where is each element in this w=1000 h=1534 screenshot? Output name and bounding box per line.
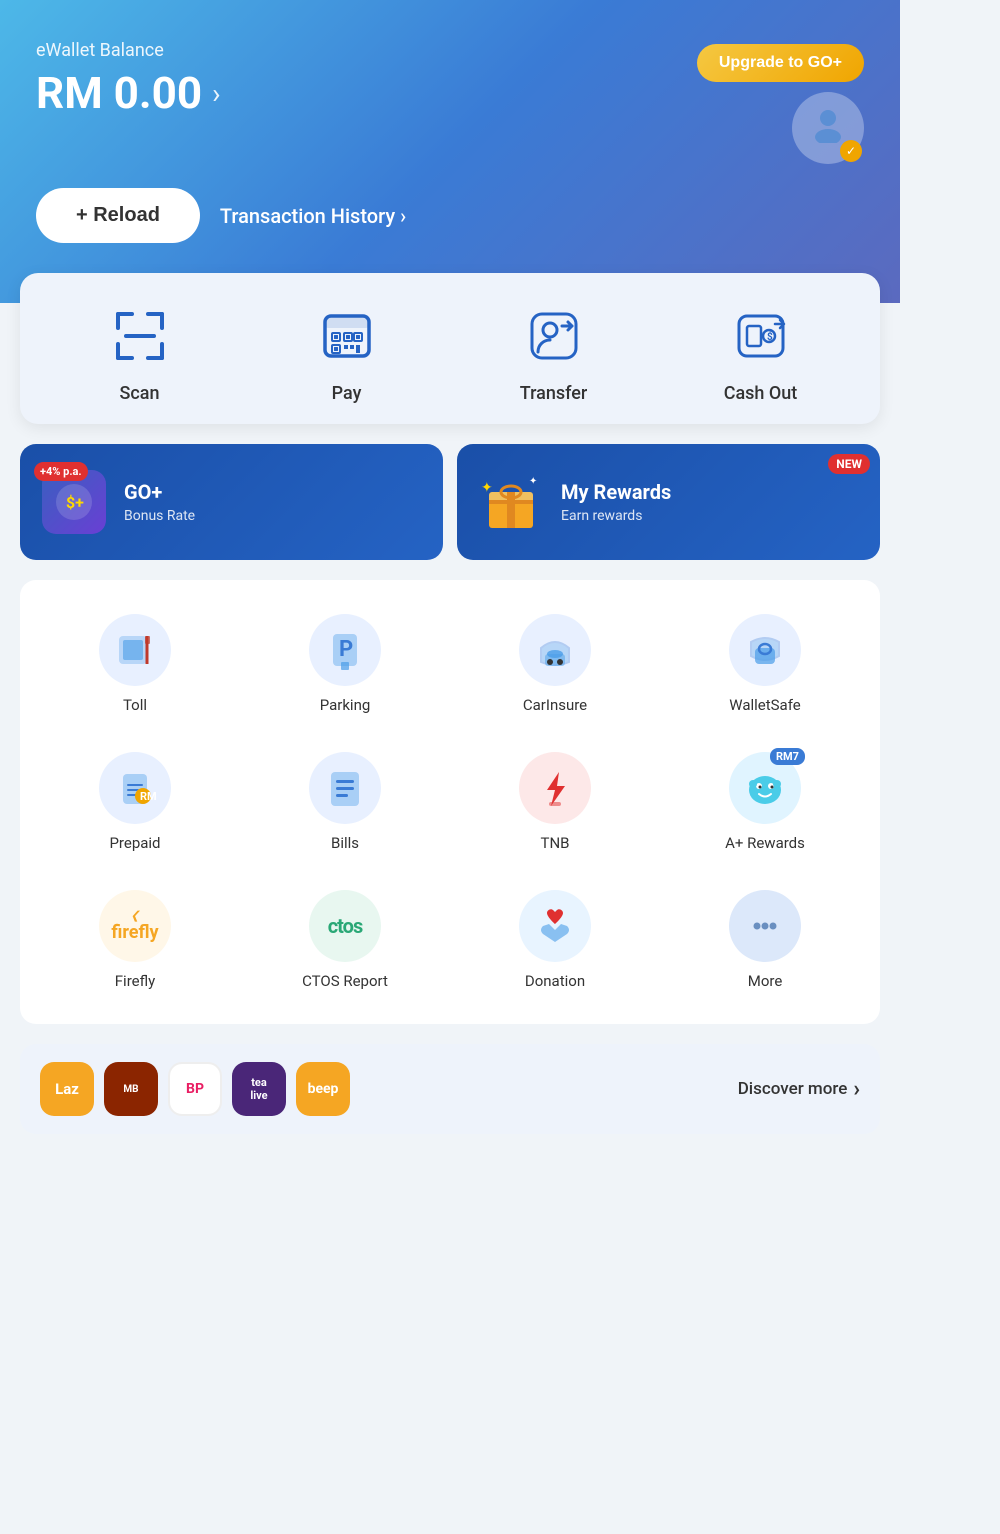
more-service[interactable]: More [660, 876, 870, 1004]
my-rewards-card[interactable]: NEW ✦ ✦ My Rewards Earn rewards [457, 444, 880, 560]
balance-info: eWallet Balance RM 0.00 › [36, 40, 221, 119]
pay-action[interactable]: Pay [243, 301, 450, 404]
lazada-logo[interactable]: Laz [40, 1062, 94, 1116]
avatar-verified-badge: ✓ [840, 140, 862, 162]
ctos-icon: ctos [309, 890, 381, 962]
toll-icon [99, 614, 171, 686]
bills-icon [309, 752, 381, 824]
beep-logo[interactable]: beep [296, 1062, 350, 1116]
rewards-text: My Rewards Earn rewards [561, 480, 671, 524]
walletsafe-label: WalletSafe [729, 696, 800, 714]
toll-service[interactable]: Toll [30, 600, 240, 728]
arewards-icon: RM7 [729, 752, 801, 824]
discover-arrow-icon: › [853, 1077, 860, 1102]
tnb-service[interactable]: TNB [450, 738, 660, 866]
go-rate-badge: +4% p.a. [34, 462, 88, 481]
svg-text:✦: ✦ [529, 476, 537, 487]
cashout-icon: $ [726, 301, 796, 371]
bills-label: Bills [331, 834, 359, 852]
marrybrown-logo[interactable]: MB [104, 1062, 158, 1116]
scan-action[interactable]: Scan [36, 301, 243, 404]
header-section: eWallet Balance RM 0.00 › Upgrade to GO+… [0, 0, 900, 303]
transfer-action[interactable]: Transfer [450, 301, 657, 404]
partner-logos: Laz MB BP tealive beep [40, 1062, 724, 1116]
ctos-text: ctos [328, 914, 363, 938]
svg-text:RM: RM [140, 790, 157, 803]
prepaid-label: Prepaid [109, 834, 160, 852]
donation-label: Donation [525, 972, 585, 990]
header-top: eWallet Balance RM 0.00 › Upgrade to GO+… [36, 40, 864, 164]
discover-more-link[interactable]: Discover more › [738, 1077, 860, 1102]
scan-icon [105, 301, 175, 371]
tnb-icon [519, 752, 591, 824]
parking-icon: P [309, 614, 381, 686]
rewards-icon-wrap: ✦ ✦ [475, 466, 547, 538]
cashout-action[interactable]: $ Cash Out [657, 301, 864, 404]
parking-label: Parking [320, 696, 371, 714]
ctos-label: CTOS Report [302, 972, 388, 990]
transfer-label: Transfer [520, 383, 588, 404]
balance-arrow[interactable]: › [212, 77, 220, 110]
quick-actions-card: Scan Pay [20, 273, 880, 424]
reload-button[interactable]: + Reload [36, 188, 200, 243]
firefly-label: Firefly [115, 972, 155, 990]
svg-text:P: P [339, 637, 353, 662]
go-plus-text: GO+ Bonus Rate [124, 480, 195, 524]
go-plus-subtitle: Bonus Rate [124, 508, 195, 524]
more-icon [729, 890, 801, 962]
more-label: More [748, 972, 783, 990]
go-plus-icon: +4% p.a. $+ [42, 470, 106, 534]
donation-icon [519, 890, 591, 962]
go-plus-icon-wrap: +4% p.a. $+ [38, 466, 110, 538]
transfer-icon [519, 301, 589, 371]
pay-label: Pay [332, 383, 362, 404]
cashout-label: Cash Out [724, 383, 798, 404]
firefly-service[interactable]: ❮ firefly Firefly [30, 876, 240, 1004]
arewards-service[interactable]: RM7 A+ Rewards [660, 738, 870, 866]
carinsure-label: CarInsure [523, 696, 587, 714]
tnb-label: TNB [541, 834, 570, 852]
tealive-logo[interactable]: tealive [232, 1062, 286, 1116]
svg-text:$: $ [767, 330, 773, 343]
upgrade-button[interactable]: Upgrade to GO+ [697, 44, 864, 82]
services-grid: Toll P Parking [30, 600, 870, 1004]
go-plus-card[interactable]: +4% p.a. $+ GO+ Bonus Rate [20, 444, 443, 560]
donation-service[interactable]: Donation [450, 876, 660, 1004]
promo-row: +4% p.a. $+ GO+ Bonus Rate NEW [20, 444, 880, 560]
discovery-bar: Laz MB BP tealive beep Discover more › [20, 1044, 880, 1134]
go-plus-title: GO+ [124, 480, 195, 504]
balance-value: RM 0.00 [36, 67, 202, 119]
parking-service[interactable]: P Parking [240, 600, 450, 728]
svg-text:$+: $+ [66, 493, 84, 512]
avatar[interactable]: ✓ [792, 92, 864, 164]
svg-text:✦: ✦ [481, 480, 493, 496]
bp-logo[interactable]: BP [168, 1062, 222, 1116]
rm7-badge: RM7 [770, 748, 805, 765]
rewards-subtitle: Earn rewards [561, 508, 671, 524]
walletsafe-service[interactable]: WalletSafe [660, 600, 870, 728]
walletsafe-icon [729, 614, 801, 686]
balance-label: eWallet Balance [36, 40, 221, 61]
discover-more-label: Discover more [738, 1079, 848, 1099]
carinsure-service[interactable]: CarInsure [450, 600, 660, 728]
prepaid-service[interactable]: RM Prepaid [30, 738, 240, 866]
transaction-history-link[interactable]: Transaction History › [220, 204, 406, 228]
ctos-service[interactable]: ctos CTOS Report [240, 876, 450, 1004]
rewards-title: My Rewards [561, 480, 671, 504]
header-right: Upgrade to GO+ ✓ [697, 40, 864, 164]
scan-label: Scan [119, 383, 159, 404]
balance-amount[interactable]: RM 0.00 › [36, 67, 221, 119]
services-section: Toll P Parking [20, 580, 880, 1024]
action-row: + Reload Transaction History › [36, 188, 864, 243]
pay-icon [312, 301, 382, 371]
prepaid-icon: RM [99, 752, 171, 824]
new-badge: NEW [828, 454, 870, 474]
carinsure-icon [519, 614, 591, 686]
arewards-label: A+ Rewards [725, 834, 805, 852]
bills-service[interactable]: Bills [240, 738, 450, 866]
firefly-icon: ❮ firefly [99, 890, 171, 962]
firefly-text: firefly [111, 922, 158, 943]
toll-label: Toll [123, 696, 147, 714]
